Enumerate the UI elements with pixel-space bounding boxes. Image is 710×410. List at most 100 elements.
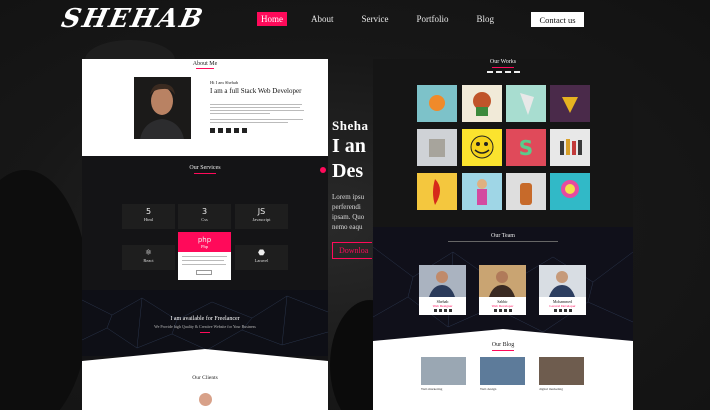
blog-card[interactable]: digital marketing [539, 357, 584, 410]
service-label: Css [201, 217, 208, 222]
blog-card[interactable]: Web marketing [421, 357, 466, 410]
nav-service[interactable]: Service [358, 12, 393, 26]
service-php-header: php Php [178, 232, 231, 252]
member-photo [479, 265, 526, 297]
work-tile[interactable] [417, 85, 457, 122]
facebook-icon[interactable] [493, 309, 497, 312]
blog-card[interactable]: Web design [480, 357, 525, 410]
work-tile[interactable] [550, 173, 590, 210]
facebook-icon[interactable] [433, 309, 437, 312]
nav-portfolio[interactable]: Portfolio [413, 12, 453, 26]
twitter-icon[interactable] [498, 309, 502, 312]
clients-title: Our Clients [192, 375, 218, 381]
member-social [419, 309, 466, 312]
css3-icon: 3 [201, 207, 208, 216]
service-label: Javascript [252, 217, 271, 222]
text-line [182, 264, 226, 265]
read-more-button[interactable] [196, 270, 212, 275]
team-card[interactable]: Sabbir Web Developer [479, 265, 526, 315]
blog-image [480, 357, 525, 385]
work-tile[interactable] [550, 129, 590, 166]
instagram-icon[interactable] [443, 309, 447, 312]
nav-blog[interactable]: Blog [473, 12, 499, 26]
linkedin-icon[interactable] [234, 128, 239, 133]
work-tile[interactable] [417, 173, 457, 210]
site-logo[interactable]: SHEHAB [59, 4, 207, 34]
social-icons [210, 128, 247, 133]
screenshot-stage: SHEHAB Home About Service Portfolio Blog… [0, 0, 710, 410]
instagram-icon[interactable] [226, 128, 231, 133]
instagram-icon[interactable] [563, 309, 567, 312]
react-icon: ⚛ [144, 248, 153, 257]
about-name: Hi I am Shehab [210, 80, 239, 85]
text-line [182, 260, 224, 261]
filter-button[interactable] [495, 71, 502, 73]
service-javascript[interactable]: JS Javascript [235, 204, 288, 229]
blog-section: Our Blog Web marketing Web design digita… [373, 329, 633, 410]
service-laravel[interactable]: ⬣ Laravel [235, 245, 288, 270]
github-icon[interactable] [242, 128, 247, 133]
twitter-icon[interactable] [218, 128, 223, 133]
team-subtitle [448, 241, 558, 242]
member-photo [539, 265, 586, 297]
instagram-icon[interactable] [503, 309, 507, 312]
work-tile[interactable] [462, 85, 502, 122]
hero-body-1: Lorem ipsu [332, 193, 365, 201]
linkedin-icon[interactable] [448, 309, 452, 312]
left-preview-panel: About Me Hi I am Shehab I am a full Stac… [82, 59, 328, 410]
filter-button[interactable] [504, 71, 511, 73]
work-tile[interactable] [462, 129, 502, 166]
twitter-icon[interactable] [438, 309, 442, 312]
laravel-icon: ⬣ [258, 248, 265, 257]
works-title: Our Works [373, 59, 633, 68]
download-button[interactable]: Downloa [332, 242, 372, 259]
member-photo [419, 265, 466, 297]
service-label: Php [200, 244, 208, 249]
blog-image [421, 357, 466, 385]
text-line [210, 110, 304, 111]
filter-button[interactable] [486, 71, 493, 73]
contact-button[interactable]: Contact us [531, 12, 584, 27]
facebook-icon[interactable] [210, 128, 215, 133]
accent-divider [200, 332, 210, 333]
facebook-icon[interactable] [553, 309, 557, 312]
portfolio-filters [373, 71, 633, 73]
member-role: Web Developer [491, 304, 514, 308]
work-tile[interactable] [462, 173, 502, 210]
slider-dot[interactable] [320, 167, 326, 173]
bg-silhouette-shoulder-left [0, 170, 90, 410]
hero-line-1: I an [332, 135, 366, 157]
filter-button[interactable] [513, 71, 520, 73]
hero-greeting: Sheha [332, 118, 369, 133]
text-line [210, 104, 302, 105]
main-nav: Home About Service Portfolio Blog [257, 12, 518, 26]
member-role: Web Designer [432, 304, 453, 308]
text-line [210, 107, 300, 108]
service-label: Laravel [254, 258, 269, 263]
team-card[interactable]: Shehab Web Designer [419, 265, 466, 315]
team-card[interactable]: Mohammed Laravel Developer [539, 265, 586, 315]
service-php[interactable]: php Php [178, 232, 231, 280]
blog-post-title: Web marketing [421, 387, 443, 391]
text-line [182, 256, 227, 257]
service-css[interactable]: 3 Css [178, 204, 231, 229]
linkedin-icon[interactable] [568, 309, 572, 312]
freelance-banner: I am available for Freelancer We Provide… [82, 290, 328, 356]
work-tile[interactable] [417, 129, 457, 166]
work-tile[interactable]: S [506, 129, 546, 166]
nav-home[interactable]: Home [257, 12, 287, 26]
service-react[interactable]: ⚛ React [122, 245, 175, 270]
work-tile[interactable] [506, 85, 546, 122]
hero-body-3: ipsam. Quo [332, 213, 365, 221]
work-tile[interactable] [506, 173, 546, 210]
hero-line-2: Des [332, 160, 364, 182]
blog-image [539, 357, 584, 385]
hero-body-4: nemo eaqu [332, 223, 363, 231]
work-tile[interactable] [550, 85, 590, 122]
linkedin-icon[interactable] [508, 309, 512, 312]
nav-about[interactable]: About [307, 12, 338, 26]
service-html[interactable]: 5 Html [122, 204, 175, 229]
clients-section: Our Clients [82, 349, 328, 410]
js-icon: JS [257, 207, 266, 216]
twitter-icon[interactable] [558, 309, 562, 312]
